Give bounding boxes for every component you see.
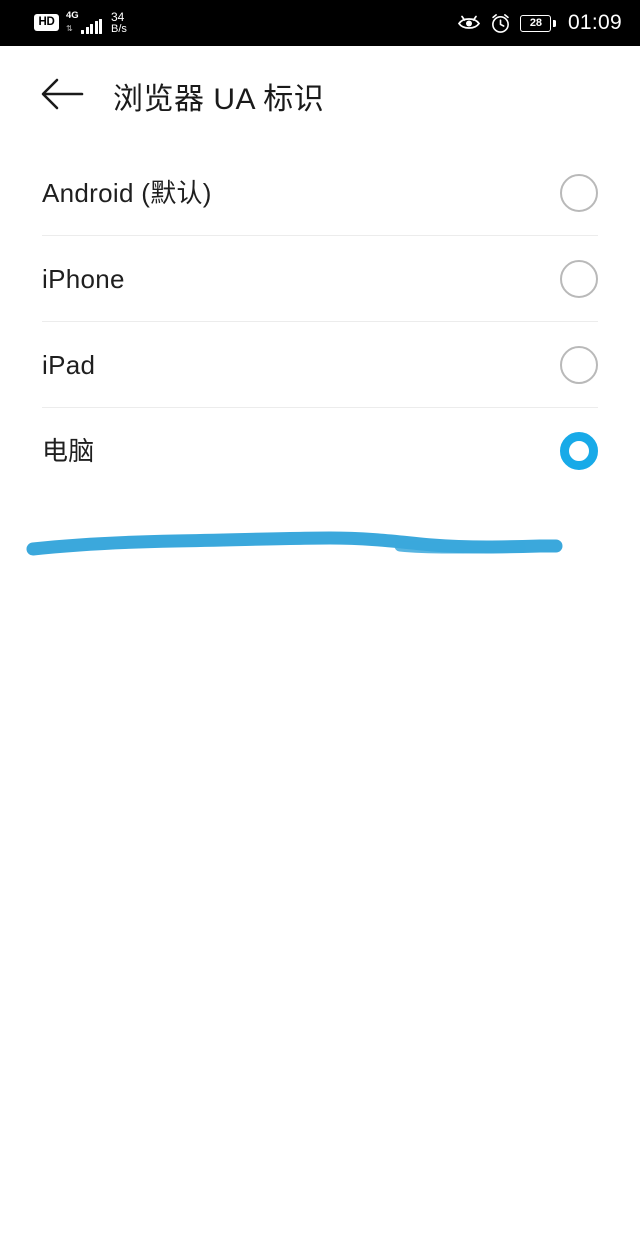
battery-icon: 28 — [520, 14, 556, 32]
battery-percent-label: 28 — [529, 16, 543, 29]
list-item-label: iPad — [42, 349, 96, 380]
list-item-label: 电脑 — [42, 435, 95, 466]
status-bar: HD 4G ⇅ 34 B/s 28 01:09 — [0, 0, 640, 46]
list-item-label: Android (默认) — [42, 177, 212, 208]
radio-button-ipad[interactable] — [560, 345, 598, 384]
app-bar: 浏览器 UA 标识 — [0, 46, 640, 146]
network-signal-indicator: 4G ⇅ — [66, 9, 102, 34]
list-item-ipad[interactable]: iPad — [0, 322, 640, 407]
radio-button-iphone[interactable] — [560, 259, 598, 298]
signal-bars-icon — [81, 18, 102, 34]
data-speed-unit: B/s — [111, 22, 127, 35]
data-speed-value: 34 — [111, 9, 125, 24]
eye-comfort-icon — [457, 13, 481, 33]
status-bar-right-group: 28 01:09 — [457, 11, 622, 35]
list-item-computer[interactable]: 电脑 — [0, 408, 640, 493]
battery-body: 28 — [520, 14, 552, 32]
radio-button-computer[interactable] — [560, 431, 598, 470]
ua-option-list: Android (默认) iPhone iPad 电脑 — [0, 150, 640, 493]
page-title: 浏览器 UA 标识 — [113, 83, 325, 116]
data-speed-indicator: 34 B/s — [111, 11, 127, 35]
status-bar-left-group: HD 4G ⇅ 34 B/s — [34, 11, 127, 35]
list-item-label: iPhone — [42, 263, 125, 294]
data-transfer-arrows-icon: ⇅ — [66, 23, 73, 33]
annotation-underline-stroke — [0, 505, 640, 575]
network-type-label: 4G — [66, 9, 79, 21]
alarm-clock-icon — [490, 13, 511, 34]
list-item-android[interactable]: Android (默认) — [0, 150, 640, 235]
back-button[interactable] — [32, 66, 92, 126]
battery-cap — [552, 19, 556, 27]
status-bar-clock: 01:09 — [567, 11, 622, 34]
back-arrow-icon — [40, 77, 84, 116]
list-item-iphone[interactable]: iPhone — [0, 236, 640, 321]
hd-badge-icon: HD — [34, 14, 59, 32]
radio-button-android[interactable] — [560, 173, 598, 212]
